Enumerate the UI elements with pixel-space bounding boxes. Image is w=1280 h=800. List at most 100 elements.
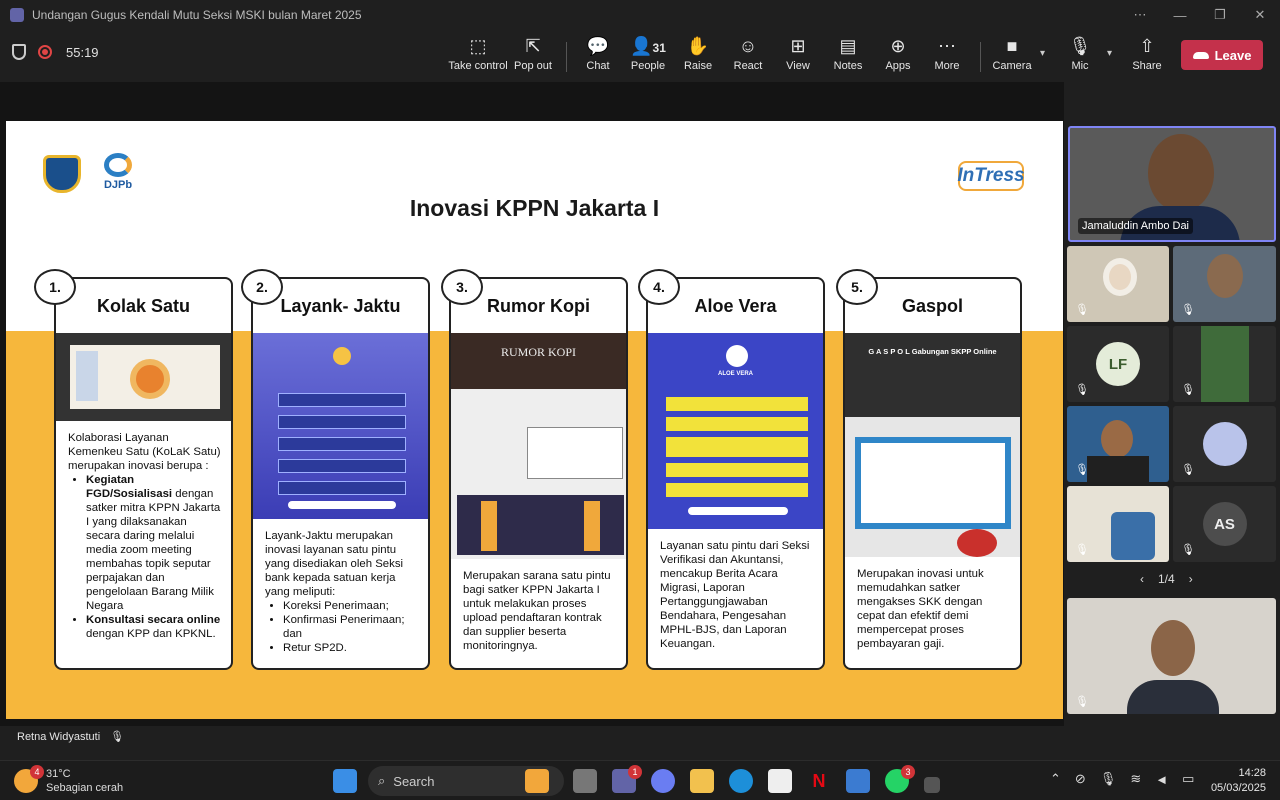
people-count: 31 <box>652 41 666 55</box>
document-icon[interactable] <box>768 769 792 793</box>
speaker-icon[interactable]: ◄ <box>1155 772 1168 787</box>
mic-button[interactable]: 🎙 Mic <box>1050 34 1110 78</box>
card-number: 4. <box>638 269 680 305</box>
card-description: Layanan satu pintu dari Seksi Verifikasi… <box>660 540 810 650</box>
window-title: Undangan Gugus Kendali Mutu Seksi MSKI b… <box>32 8 362 22</box>
notification-badge: 3 <box>901 765 915 779</box>
mic-label: Mic <box>1071 60 1089 72</box>
take-control-button[interactable]: ⬚ Take control <box>448 34 508 78</box>
participant-tile-main[interactable]: Jamaluddin Ambo Dai <box>1068 126 1276 242</box>
camera-icon: ■ <box>1006 36 1018 56</box>
innovation-card-aloe-vera: Aloe Vera ALOE VERA Layanan satu pintu d… <box>646 277 825 670</box>
aloe-vera-banner: ALOE VERA <box>717 371 753 377</box>
card-description: Layank-Jaktu merupakan inovasi layanan s… <box>253 519 428 655</box>
mic-off-icon: 🎙 <box>110 731 125 743</box>
more-options-icon[interactable]: ⋯ <box>1120 0 1160 30</box>
intress-logo: InTress <box>957 161 1025 191</box>
edge-browser-icon[interactable] <box>729 769 753 793</box>
participant-video <box>1148 134 1214 212</box>
list-item: Retur SP2D. <box>283 641 418 655</box>
search-placeholder: Search <box>393 773 435 789</box>
participant-tile[interactable]: 🎙 <box>1173 406 1276 482</box>
card-screenshot: RUMOR KOPI <box>451 333 626 559</box>
bullet-bold: Kegiatan FGD/Sosialisasi <box>86 474 173 500</box>
card-screenshot <box>253 333 428 519</box>
list-item: Konfirmasi Penerimaan; dan <box>283 613 418 641</box>
share-button[interactable]: ⇧ Share <box>1117 34 1177 78</box>
phone-icon <box>1192 51 1209 59</box>
teams-icon[interactable]: 1 <box>612 765 642 793</box>
task-view-icon[interactable] <box>573 769 597 793</box>
app-icon[interactable] <box>924 777 940 793</box>
participant-tile[interactable]: 🎙 <box>1067 406 1169 482</box>
participant-tile[interactable]: 🎙 <box>1173 246 1276 322</box>
whatsapp-icon[interactable]: 3 <box>885 765 915 793</box>
chevron-right-icon[interactable]: › <box>1189 572 1193 586</box>
notes-icon: ▤ <box>839 36 857 56</box>
chevron-left-icon[interactable]: ‹ <box>1140 572 1144 586</box>
battery-icon[interactable]: ▭ <box>1182 771 1194 787</box>
camera-options-chevron-icon[interactable]: ▾ <box>1040 48 1045 59</box>
participant-tile[interactable]: 🎙 <box>1067 486 1169 562</box>
leave-label: Leave <box>1214 47 1252 63</box>
mic-off-icon: 🎙 <box>1181 304 1195 316</box>
shared-screen: DJPb InTress Inovasi KPPN Jakarta I 1. K… <box>0 82 1064 726</box>
shield-icon[interactable] <box>12 44 26 60</box>
list-item: Kegiatan FGD/Sosialisasi dengan satker m… <box>86 473 221 613</box>
more-button[interactable]: ⋯ More <box>917 34 977 78</box>
participant-tile-self[interactable]: 🎙 <box>1067 598 1276 714</box>
network-off-icon[interactable]: ⊘ <box>1075 771 1086 787</box>
kemenkeu-logo <box>43 155 81 193</box>
card-number: 5. <box>836 269 878 305</box>
mic-muted-icon[interactable]: 🎙 <box>1100 771 1117 787</box>
toolbar-divider <box>980 42 981 72</box>
wifi-icon[interactable]: ≋ <box>1130 771 1141 787</box>
card-screenshot: ALOE VERA <box>648 333 823 529</box>
store-icon[interactable] <box>846 769 870 793</box>
system-clock[interactable]: 14:28 05/03/2025 <box>1211 766 1266 796</box>
clock-date: 05/03/2025 <box>1210 782 1266 794</box>
minimize-button[interactable]: — <box>1160 0 1200 30</box>
pop-out-button[interactable]: ⇱ Pop out <box>503 34 563 78</box>
mic-off-icon: 🎙 <box>1075 304 1089 316</box>
more-label: More <box>934 60 960 72</box>
chevron-up-icon[interactable]: ⌃ <box>1050 771 1061 787</box>
search-icon: ⌕ <box>378 773 386 788</box>
participant-tile[interactable]: AS 🎙 <box>1173 486 1276 562</box>
weather-widget[interactable]: 4 31°C Sebagian cerah <box>14 765 123 795</box>
avatar: LF <box>1096 342 1140 386</box>
mic-off-icon: 🎙 <box>1075 696 1089 708</box>
djpb-logo-text: DJPb <box>103 179 133 191</box>
widgets-icon[interactable] <box>525 769 549 793</box>
camera-button[interactable]: ■ Camera <box>982 34 1042 78</box>
mic-options-chevron-icon[interactable]: ▾ <box>1107 48 1112 59</box>
card-number: 1. <box>34 269 76 305</box>
windows-taskbar: 4 31°C Sebagian cerah ⌕ Search 1 N 3 ⌃ ⊘… <box>0 760 1280 800</box>
maximize-button[interactable]: ❐ <box>1200 0 1240 30</box>
participant-tile[interactable]: LF 🎙 <box>1067 326 1169 402</box>
mic-off-icon: 🎙 <box>1181 384 1195 396</box>
innovation-card-kolak-satu: Kolak Satu Kolaborasi Layanan Kemenkeu S… <box>54 277 233 670</box>
apps-label: Apps <box>885 60 911 72</box>
bullet-text: dengan satker mitra KPPN Jakarta I yang … <box>86 488 221 612</box>
people-icon: 👤31 <box>630 36 666 56</box>
copilot-icon[interactable] <box>651 769 675 793</box>
participant-tile[interactable]: 🎙 <box>1173 326 1276 402</box>
card-title: Kolak Satu <box>96 295 191 316</box>
file-explorer-icon[interactable] <box>690 769 714 793</box>
card-description: Kolaborasi Layanan Kemenkeu Satu (KoLaK … <box>56 421 231 641</box>
view-label: View <box>786 60 810 72</box>
toolbar-divider <box>566 42 567 72</box>
gaspol-banner: G A S P O L Gabungan SKPP Online <box>868 347 997 356</box>
raise-label: Raise <box>683 60 713 72</box>
mic-off-icon: 🎙 <box>1181 464 1195 476</box>
take-control-label: Take control <box>448 60 508 72</box>
close-button[interactable]: ✕ <box>1240 0 1280 30</box>
card-number: 3. <box>441 269 483 305</box>
participant-tile[interactable]: 🎙 <box>1067 246 1169 322</box>
participant-pager: ‹ 1/4 › <box>1140 572 1193 586</box>
netflix-icon[interactable]: N <box>807 769 831 793</box>
windows-start-icon[interactable] <box>333 769 357 793</box>
leave-button[interactable]: Leave <box>1181 40 1263 70</box>
pop-out-icon: ⇱ <box>525 36 541 56</box>
